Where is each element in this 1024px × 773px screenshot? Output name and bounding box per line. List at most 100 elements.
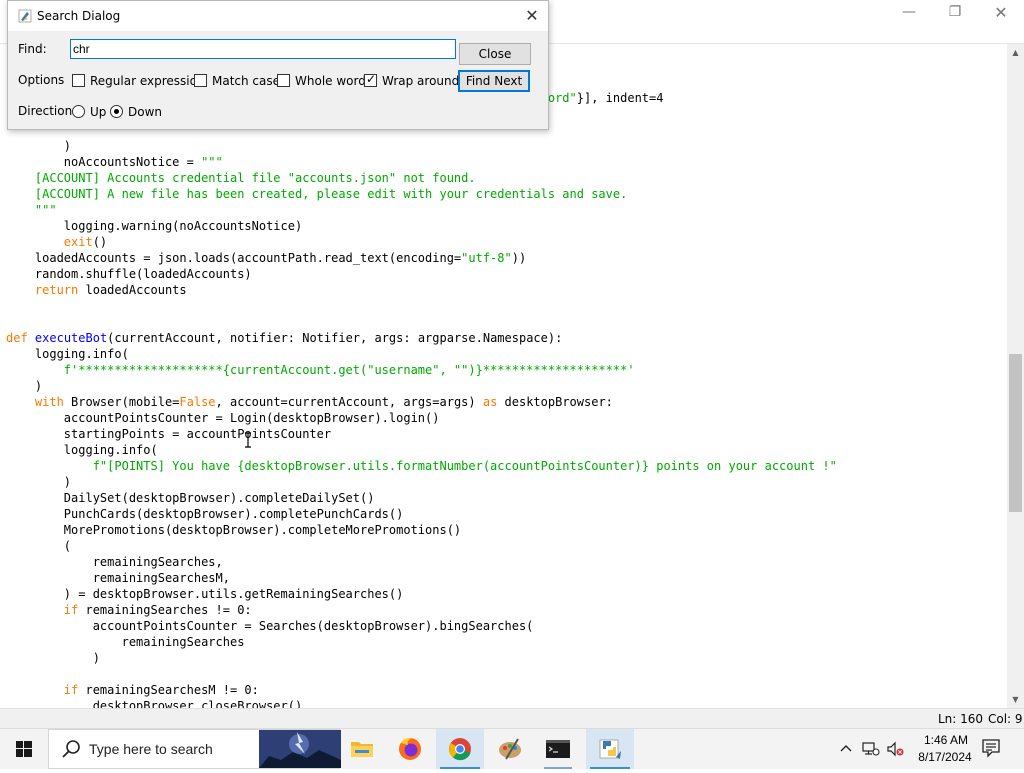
start-button[interactable]	[0, 729, 48, 769]
network-icon[interactable]	[862, 741, 880, 761]
code-token: random.shuffle(loadedAccounts)	[6, 267, 252, 281]
notifications-icon[interactable]	[980, 737, 1002, 763]
code-token: loadedAccounts = json.loads(accountPath.…	[6, 251, 462, 265]
taskbar-search-box[interactable]: Type here to search	[48, 729, 341, 769]
taskbar-firefox[interactable]	[386, 729, 434, 769]
volume-muted-icon[interactable]	[886, 741, 904, 761]
code-token: accountPointsCounter = Searches(desktopB…	[6, 619, 534, 633]
code-token: logging.info(	[6, 347, 129, 361]
code-line: )	[6, 378, 42, 394]
code-token: DailySet(desktopBrowser).completeDailySe…	[6, 491, 375, 505]
code-line: MorePromotions(desktopBrowser).completeM…	[6, 522, 461, 538]
vertical-scrollbar[interactable]: ▲ ▼	[1007, 44, 1024, 708]
status-column-number: Col: 9	[988, 712, 1023, 726]
scroll-down-arrow-icon[interactable]: ▼	[1007, 691, 1024, 708]
minimize-button[interactable]: —	[886, 0, 932, 24]
code-token: }], indent=4	[576, 91, 664, 105]
code-line: )	[6, 138, 71, 154]
code-line: logging.info(	[6, 442, 158, 458]
code-line: if remainingSearches != 0:	[6, 602, 252, 618]
code-token: remainingSearchesM,	[6, 571, 230, 585]
code-token: loadedAccounts	[78, 283, 187, 297]
code-token: remainingSearches	[6, 635, 245, 649]
taskbar-paint[interactable]	[486, 729, 534, 769]
windows-logo-icon	[16, 741, 32, 757]
code-token: f"[POINTS] You have {desktopBrowser.util…	[92, 459, 837, 473]
code-token: """	[201, 155, 223, 169]
find-next-button[interactable]: Find Next	[458, 70, 530, 92]
code-line: logging.info(	[6, 346, 129, 362]
code-line: f'********************{currentAccount.ge…	[6, 362, 635, 378]
regex-checkbox[interactable]	[72, 74, 85, 87]
code-editor[interactable]: ord"}], indent=4 ) noAccountsNotice = ""…	[0, 44, 1007, 708]
code-token: exit	[63, 235, 93, 249]
whole-word-checkbox[interactable]	[277, 74, 290, 87]
clock-date[interactable]: 8/17/2024	[912, 750, 978, 764]
code-token: return	[34, 283, 79, 297]
code-token: startingPoints = accountPointsCounter	[6, 427, 332, 441]
code-token: if	[63, 603, 79, 617]
dialog-close-button[interactable]: Close	[459, 43, 531, 65]
code-token: if	[63, 683, 79, 697]
options-label: Options	[18, 73, 65, 87]
window-close-button[interactable]: ✕	[978, 0, 1024, 24]
wrap-around-label: Wrap around	[382, 74, 460, 88]
find-input[interactable]	[70, 39, 456, 59]
code-token: (	[6, 539, 72, 553]
code-token: noAccountsNotice =	[6, 155, 202, 169]
python-feather-icon	[18, 9, 32, 23]
clock-time[interactable]: 1:46 AM	[918, 733, 974, 747]
taskbar-search-placeholder: Type here to search	[89, 741, 213, 757]
status-line-number: Ln: 160	[938, 712, 984, 726]
taskbar-file-explorer[interactable]	[338, 729, 386, 769]
code-token: )	[6, 139, 72, 153]
match-case-checkbox[interactable]	[194, 74, 207, 87]
code-line: def executeBot(currentAccount, notifier:…	[6, 330, 562, 346]
code-line: startingPoints = accountPointsCounter	[6, 426, 331, 442]
code-line: with Browser(mobile=False, account=curre…	[6, 394, 613, 410]
code-token: remainingSearches != 0:	[78, 603, 252, 617]
dialog-title: Search Dialog	[37, 9, 121, 23]
scrollbar-thumb[interactable]	[1009, 354, 1022, 512]
code-line: accountPointsCounter = Login(desktopBrow…	[6, 410, 440, 426]
code-line: [ACCOUNT] Accounts credential file "acco…	[6, 170, 476, 186]
code-line: )	[6, 650, 100, 666]
code-token: MorePromotions(desktopBrowser).completeM…	[6, 523, 462, 537]
code-token: remainingSearchesM != 0:	[78, 683, 259, 697]
code-token: with	[34, 395, 64, 409]
code-token: logging.warning(noAccountsNotice)	[6, 219, 303, 233]
taskbar-terminal[interactable]	[534, 729, 582, 769]
direction-label: Direction	[18, 104, 73, 118]
taskbar-python-idle[interactable]	[586, 729, 634, 769]
direction-up-radio[interactable]	[72, 105, 85, 118]
code-line: return loadedAccounts	[6, 282, 187, 298]
code-line: f"[POINTS] You have {desktopBrowser.util…	[6, 458, 837, 474]
status-bar: Ln: 160 Col: 9	[0, 708, 1024, 729]
direction-down-radio[interactable]	[110, 105, 123, 118]
scroll-up-arrow-icon[interactable]: ▲	[1007, 44, 1024, 61]
folder-icon	[351, 742, 373, 757]
code-line: (	[6, 538, 71, 554]
code-line: loadedAccounts = json.loads(accountPath.…	[6, 250, 526, 266]
show-hidden-icons-chevron-icon[interactable]	[838, 741, 854, 761]
paint-palette-icon	[499, 738, 521, 760]
wrap-around-checkbox[interactable]: ✓	[364, 72, 377, 87]
firefox-icon	[399, 737, 421, 760]
code-token: [ACCOUNT] A new file has been created, p…	[6, 187, 628, 201]
dialog-close-icon[interactable]: ✕	[520, 5, 544, 27]
search-dialog: Search Dialog ✕ Find: Close Options Regu…	[7, 0, 549, 130]
code-line: remainingSearches,	[6, 554, 223, 570]
python-icon	[586, 729, 634, 769]
maximize-button[interactable]: ❐	[932, 0, 978, 24]
code-token: (currentAccount, notifier: Notifier, arg…	[107, 331, 563, 345]
code-token: )	[6, 651, 100, 665]
code-token: """	[6, 203, 57, 217]
regex-label: Regular expression	[90, 74, 205, 88]
taskbar-chrome[interactable]	[436, 729, 484, 769]
dialog-titlebar[interactable]: Search Dialog ✕	[8, 1, 548, 31]
